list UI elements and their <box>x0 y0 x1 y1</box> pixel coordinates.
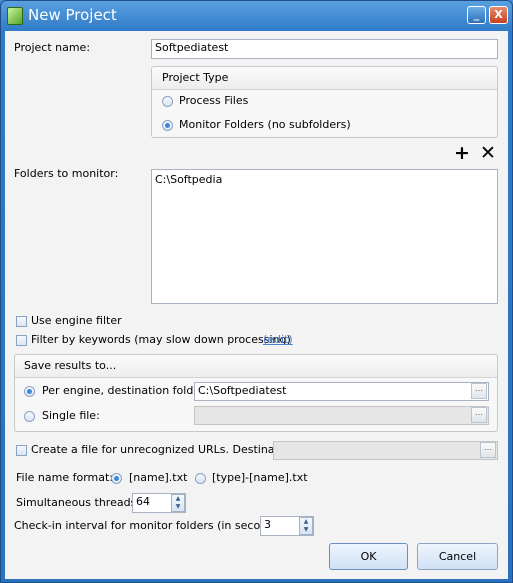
process-files-label[interactable]: Process Files <box>179 94 248 107</box>
process-files-radio[interactable] <box>162 96 173 107</box>
browse-file-button[interactable]: … <box>471 407 487 423</box>
engine-filter-label[interactable]: Use engine filter <box>31 314 122 327</box>
name-txt-radio[interactable] <box>111 473 122 484</box>
checkin-interval-label: Check-in interval for monitor folders (i… <box>14 519 288 532</box>
file-name-format-label: File name format: <box>16 471 114 484</box>
close-button[interactable]: X <box>489 6 508 24</box>
engine-filter-checkbox[interactable] <box>16 316 27 327</box>
name-txt-label[interactable]: [name].txt <box>129 471 187 484</box>
unrecognized-urls-label[interactable]: Create a file for unrecognized URLs. Des… <box>31 443 299 456</box>
remove-folder-icon[interactable]: ✕ <box>480 144 496 163</box>
window-title: New Project <box>28 6 117 24</box>
per-engine-label[interactable]: Per engine, destination folder: <box>42 384 208 397</box>
edit-keywords-link[interactable]: (edit) <box>263 333 293 346</box>
type-name-txt-label[interactable]: [type]-[name].txt <box>212 471 308 484</box>
add-folder-icon[interactable]: + <box>454 144 470 163</box>
cancel-button[interactable]: Cancel <box>417 543 498 570</box>
single-file-label[interactable]: Single file: <box>42 409 100 422</box>
folders-label: Folders to monitor: <box>14 167 119 180</box>
browse-folder-button[interactable]: … <box>471 383 487 399</box>
app-icon <box>7 7 23 25</box>
title-bar[interactable]: New Project _ X <box>1 1 512 31</box>
save-results-title: Save results to... <box>24 359 117 372</box>
per-engine-radio[interactable] <box>24 386 35 397</box>
destination-folder-input[interactable]: C:\Softpediatest <box>194 382 489 401</box>
type-name-txt-radio[interactable] <box>195 473 206 484</box>
monitor-folders-radio[interactable] <box>162 120 173 131</box>
threads-up-icon[interactable]: ▲ <box>172 495 184 503</box>
threads-down-icon[interactable]: ▼ <box>172 503 184 511</box>
keywords-filter-checkbox[interactable] <box>16 335 27 346</box>
browse-unrecognized-button[interactable]: … <box>480 442 496 458</box>
unrecognized-destination-input[interactable] <box>273 441 498 460</box>
project-type-group: Project Type Process Files Monitor Folde… <box>151 66 498 138</box>
minimize-button[interactable]: _ <box>467 6 486 24</box>
threads-label: Simultaneous threads: <box>16 496 140 509</box>
monitor-folders-label[interactable]: Monitor Folders (no subfolders) <box>179 118 351 131</box>
save-results-group: Save results to... Per engine, destinati… <box>14 354 498 432</box>
project-name-label: Project name: <box>14 41 91 54</box>
single-file-input[interactable] <box>194 406 489 425</box>
ok-button[interactable]: OK <box>329 543 408 570</box>
keywords-filter-label[interactable]: Filter by keywords (may slow down proces… <box>31 333 291 346</box>
single-file-radio[interactable] <box>24 411 35 422</box>
checkin-spinner[interactable]: ▲ ▼ <box>299 517 313 535</box>
project-type-title: Project Type <box>162 71 229 84</box>
project-name-input[interactable]: Softpediatest <box>151 39 498 59</box>
checkin-down-icon[interactable]: ▼ <box>300 526 312 534</box>
threads-spinner[interactable]: ▲ ▼ <box>171 494 185 512</box>
new-project-window: New Project _ X Project name: Softpediat… <box>0 0 513 583</box>
folders-list[interactable]: C:\Softpedia <box>151 169 498 304</box>
unrecognized-urls-checkbox[interactable] <box>16 445 27 456</box>
dialog-body: Project name: Softpediatest Project Type… <box>5 31 508 579</box>
folder-list-item[interactable]: C:\Softpedia <box>155 173 494 186</box>
checkin-up-icon[interactable]: ▲ <box>300 518 312 526</box>
